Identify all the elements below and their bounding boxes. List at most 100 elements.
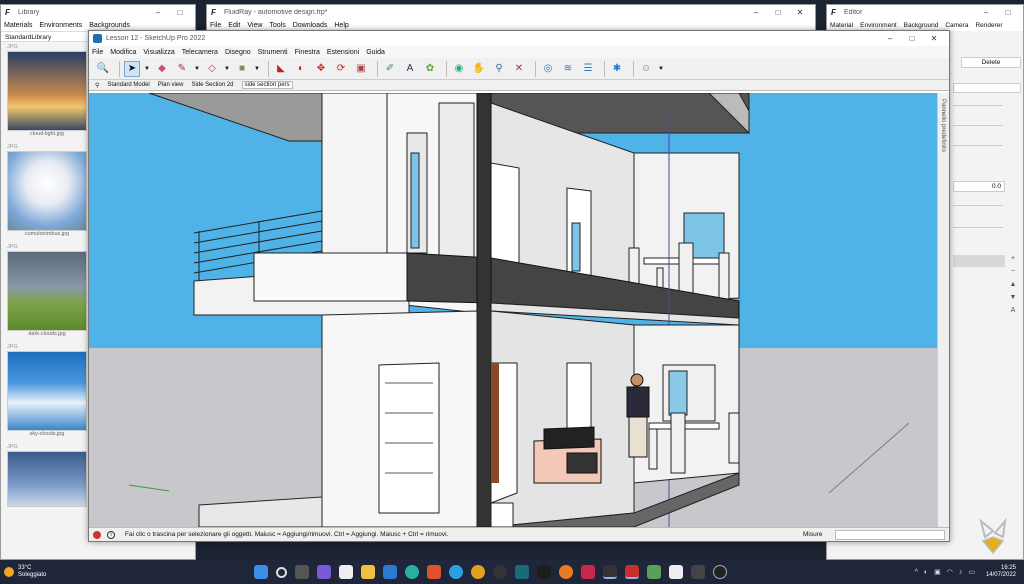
- tab-renderer[interactable]: Renderer: [975, 22, 1002, 29]
- push-pull-icon[interactable]: ◣: [273, 61, 289, 77]
- menu-disegno[interactable]: Disegno: [225, 49, 251, 56]
- move-up-icon[interactable]: ▲: [1008, 281, 1018, 291]
- tab-environments[interactable]: Environments: [39, 22, 82, 29]
- extension-icon[interactable]: ≋: [560, 61, 576, 77]
- move-down-icon[interactable]: ▼: [1008, 294, 1018, 304]
- selected-row[interactable]: [953, 255, 1005, 267]
- menu-downloads[interactable]: Downloads: [293, 22, 328, 29]
- mail-icon[interactable]: [383, 565, 398, 579]
- tab-camera[interactable]: Camera: [945, 22, 968, 29]
- tab-backgrounds[interactable]: Backgrounds: [89, 22, 130, 29]
- fluidray-taskbar-icon[interactable]: [603, 565, 618, 579]
- tab-background[interactable]: Background: [904, 22, 939, 29]
- tab-environment[interactable]: Environment: [860, 22, 897, 29]
- tape-measure-icon[interactable]: ✐: [382, 61, 398, 77]
- menu-edit[interactable]: Edit: [228, 22, 240, 29]
- tab-materials[interactable]: Materials: [4, 22, 32, 29]
- scale-icon[interactable]: ▣: [353, 61, 369, 77]
- menu-modifica[interactable]: Modifica: [110, 49, 136, 56]
- orbit-icon[interactable]: ◉: [451, 61, 467, 77]
- wifi-icon[interactable]: ◠: [947, 568, 953, 576]
- menu-guida[interactable]: Guida: [366, 49, 385, 56]
- follow-me-icon[interactable]: ◐: [293, 61, 309, 77]
- app-icon[interactable]: [669, 565, 684, 579]
- chevron-down-icon[interactable]: ▼: [224, 61, 230, 77]
- thumbnail-sky-blue[interactable]: [7, 451, 87, 507]
- geo-location-icon[interactable]: [93, 530, 101, 539]
- search-icon[interactable]: 🔍: [95, 61, 111, 77]
- windows-start-icon[interactable]: [254, 565, 269, 579]
- pencil-icon[interactable]: ✎: [174, 61, 190, 77]
- menu-estensioni[interactable]: Estensioni: [327, 49, 359, 56]
- maximize-button[interactable]: □: [767, 8, 789, 17]
- volume-icon[interactable]: ♪: [959, 569, 963, 576]
- menu-file[interactable]: File: [92, 49, 103, 56]
- obs-icon[interactable]: [493, 565, 508, 579]
- unreal-icon[interactable]: [713, 565, 728, 579]
- thumbnail-dark-clouds[interactable]: [7, 251, 87, 331]
- pan-icon[interactable]: ✋: [471, 61, 487, 77]
- brave-browser-icon[interactable]: [427, 565, 442, 579]
- rotate-icon[interactable]: ⟳: [333, 61, 349, 77]
- close-button[interactable]: ✕: [923, 34, 945, 43]
- tray-app-icon[interactable]: ◐: [924, 569, 928, 576]
- menu-strumenti[interactable]: Strumenti: [258, 49, 288, 56]
- minimize-button[interactable]: –: [745, 8, 767, 17]
- menu-tools[interactable]: Tools: [269, 22, 285, 29]
- app-icon[interactable]: [515, 565, 530, 579]
- battery-icon[interactable]: ▭: [968, 568, 975, 576]
- menu-file[interactable]: File: [210, 22, 221, 29]
- menu-visualizza[interactable]: Visualizza: [143, 49, 174, 56]
- paint-icon[interactable]: ✿: [422, 61, 438, 77]
- menu-finestra[interactable]: Finestra: [295, 49, 320, 56]
- telegram-icon[interactable]: [449, 565, 464, 579]
- sketchup-taskbar-icon[interactable]: [625, 565, 640, 579]
- scene-tab-side-section-2d[interactable]: Side Section 2d: [191, 82, 233, 88]
- chevron-down-icon[interactable]: ▼: [254, 61, 260, 77]
- scene-tab-plan-view[interactable]: Plan view: [158, 82, 184, 88]
- notion-app-icon[interactable]: [339, 565, 354, 579]
- thumbnail-cumulonimbus[interactable]: [7, 151, 87, 231]
- delete-button[interactable]: Delete: [961, 57, 1021, 68]
- user-account-icon[interactable]: ☺: [638, 61, 654, 77]
- zoom-extents-icon[interactable]: ✕: [511, 61, 527, 77]
- taskbar-clock[interactable]: 16:25 14/07/2022: [978, 565, 1024, 579]
- chevron-down-icon[interactable]: ▼: [144, 61, 150, 77]
- chevron-down-icon[interactable]: ▼: [194, 61, 200, 77]
- text-label-icon[interactable]: A: [402, 61, 418, 77]
- minimize-button[interactable]: –: [879, 34, 901, 43]
- tray-app-icon[interactable]: ▣: [934, 568, 941, 576]
- thumbnail-cloud-light[interactable]: [7, 51, 87, 131]
- weather-widget[interactable]: 33°C Soleggiato: [0, 565, 70, 579]
- menu-telecamera[interactable]: Telecamera: [182, 49, 218, 56]
- tab-material[interactable]: Material: [830, 22, 853, 29]
- menu-view[interactable]: View: [247, 22, 262, 29]
- app-icon[interactable]: [691, 565, 706, 579]
- scene-tab-side-section-pers[interactable]: side section pers: [241, 81, 293, 89]
- app-icon[interactable]: [647, 565, 662, 579]
- scene-search-icon[interactable]: ⚲: [95, 82, 99, 89]
- task-view-icon[interactable]: [295, 565, 310, 579]
- edge-browser-icon[interactable]: [405, 565, 420, 579]
- chevron-down-icon[interactable]: ▼: [658, 61, 664, 77]
- text-icon[interactable]: A: [1008, 307, 1018, 317]
- add-icon[interactable]: +: [1008, 255, 1018, 265]
- menu-help[interactable]: Help: [334, 22, 348, 29]
- property-field[interactable]: [953, 83, 1021, 93]
- chrome-icon[interactable]: [471, 565, 486, 579]
- camera-app-icon[interactable]: [317, 565, 332, 579]
- close-button[interactable]: ✕: [789, 8, 811, 17]
- search-icon[interactable]: [276, 566, 288, 578]
- shape-icon[interactable]: ◇: [204, 61, 220, 77]
- move-icon[interactable]: ✥: [313, 61, 329, 77]
- remove-icon[interactable]: −: [1008, 268, 1018, 278]
- maximize-button[interactable]: □: [901, 34, 923, 43]
- layers-icon[interactable]: ☰: [580, 61, 596, 77]
- file-explorer-icon[interactable]: [361, 565, 376, 579]
- affinity-icon[interactable]: [581, 565, 596, 579]
- minimize-button[interactable]: –: [975, 8, 997, 17]
- spotify-icon[interactable]: [537, 565, 552, 579]
- chevron-up-icon[interactable]: ^: [915, 569, 918, 576]
- info-icon[interactable]: i: [107, 530, 115, 539]
- maximize-button[interactable]: □: [169, 8, 191, 17]
